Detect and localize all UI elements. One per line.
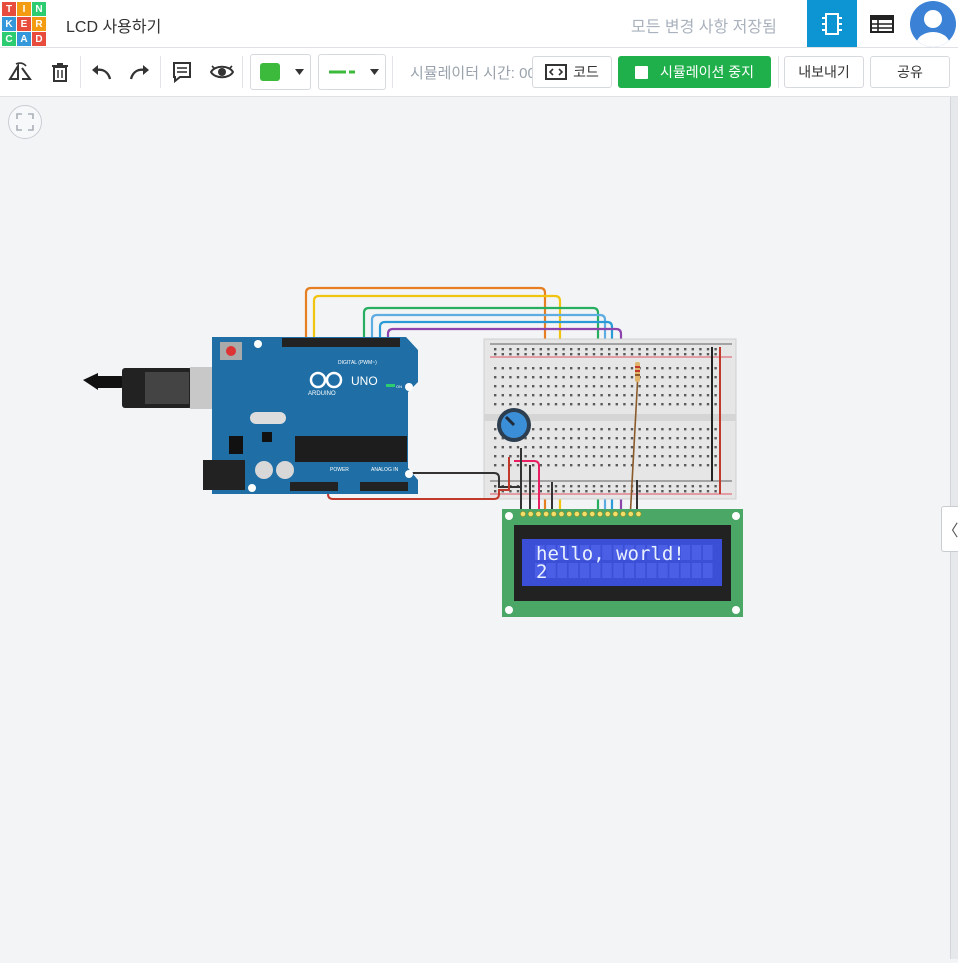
project-title[interactable]: LCD 사용하기 [66, 13, 161, 37]
arduino-on-label: ON [396, 384, 402, 389]
logo-letter: N [32, 2, 46, 16]
stop-simulation-button[interactable]: 시뮬레이션 중지 [618, 56, 771, 88]
share-button[interactable]: 공유 [870, 56, 950, 88]
chevron-down-icon [295, 69, 304, 75]
editor-toolbar: 시뮬레이터 시간: 00:00:05 코드 시뮬레이션 중지 내보내기 공유 [0, 48, 958, 97]
logo-letter: T [2, 2, 16, 16]
component-list-button[interactable] [857, 0, 907, 47]
chevron-down-icon [370, 69, 379, 75]
component-list-icon [870, 14, 894, 33]
logo-letter: E [17, 17, 31, 31]
arduino-digital-label: DIGITAL (PWM~) [338, 360, 377, 366]
logo-letter: R [32, 17, 46, 31]
logo-letter: C [2, 32, 16, 46]
arduino-power-label: POWER [330, 467, 349, 473]
code-button[interactable]: 코드 [532, 56, 612, 88]
logo-letter: A [17, 32, 31, 46]
wire-style-dropdown[interactable] [318, 54, 386, 90]
save-status: 모든 변경 사항 저장됨 [631, 19, 777, 36]
arduino-board[interactable]: UNO ARDUINO DIGITAL (PWM~) POWER ANALOG … [203, 337, 418, 494]
code-label: 코드 [573, 65, 599, 81]
arduino-analog-label: ANALOG IN [371, 467, 399, 473]
notes-icon[interactable] [170, 60, 194, 84]
wire-color-dropdown[interactable] [250, 54, 311, 90]
code-icon [545, 64, 568, 80]
arduino-brand-label: ARDUINO [308, 391, 336, 397]
lcd-line-1: hello, world! [536, 543, 685, 565]
chip-icon [822, 12, 842, 35]
lcd-line-2: 2 [536, 561, 547, 583]
undo-icon[interactable] [89, 60, 113, 84]
chevron-left-icon[interactable]: 〈 [941, 506, 958, 552]
stop-icon [634, 65, 648, 79]
wire-color-swatch [260, 63, 280, 81]
stop-simulation-label: 시뮬레이션 중지 [659, 64, 755, 80]
arduino-uno-label: UNO [351, 374, 378, 388]
rotate-icon[interactable] [8, 60, 32, 84]
trash-icon[interactable] [48, 60, 72, 84]
circuit-diagram: UNO ARDUINO DIGITAL (PWM~) POWER ANALOG … [83, 286, 743, 617]
export-button[interactable]: 내보내기 [784, 56, 864, 88]
logo-letter: K [2, 17, 16, 31]
potentiometer[interactable] [497, 408, 531, 442]
logo-letter: I [17, 2, 31, 16]
tinkercad-logo[interactable]: TIN KER CAD [2, 2, 46, 46]
fit-view-icon[interactable] [8, 105, 42, 139]
eye-icon[interactable] [210, 60, 234, 84]
redo-icon[interactable] [128, 60, 152, 84]
user-avatar-icon[interactable] [910, 1, 956, 47]
top-bar: TIN KER CAD LCD 사용하기 모든 변경 사항 저장됨 [0, 0, 958, 48]
workplane-canvas[interactable]: UNO ARDUINO DIGITAL (PWM~) POWER ANALOG … [0, 97, 950, 959]
lcd-display[interactable]: hello, world! 2 [502, 509, 743, 617]
logo-letter: D [32, 32, 46, 46]
components-view-button[interactable] [807, 0, 857, 47]
wire-style-icon [329, 70, 355, 74]
